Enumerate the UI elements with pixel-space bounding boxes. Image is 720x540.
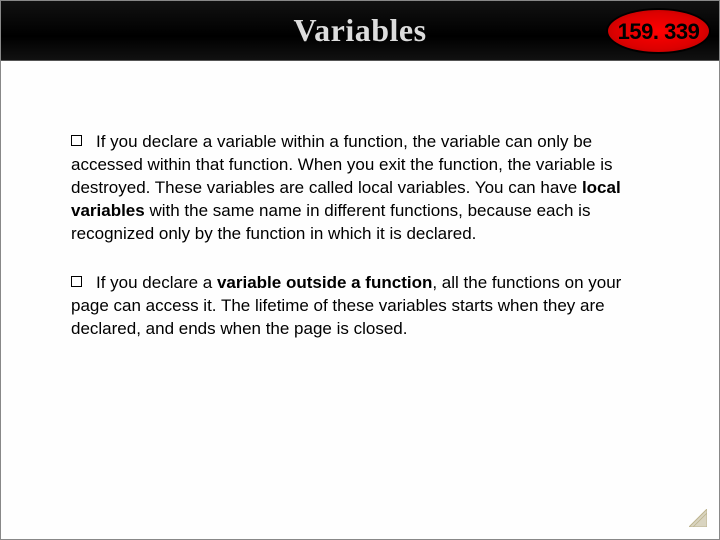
bullet-item: If you declare a variable outside a func… <box>71 272 649 341</box>
slide-header: Variables 159. 339 <box>1 1 719 61</box>
page-corner-icon <box>689 509 707 527</box>
bullet-text-bold: variable outside a function <box>217 273 432 292</box>
square-bullet-icon <box>71 276 82 287</box>
bullet-text-pre: If you declare a variable within a funct… <box>71 132 612 197</box>
slide-body: If you declare a variable within a funct… <box>1 61 719 341</box>
slide-number-badge: 159. 339 <box>606 8 711 54</box>
bullet-text-pre: If you declare a <box>96 273 217 292</box>
bullet-item: If you declare a variable within a funct… <box>71 131 649 246</box>
square-bullet-icon <box>71 135 82 146</box>
bullet-text-post: with the same name in different function… <box>71 201 590 243</box>
